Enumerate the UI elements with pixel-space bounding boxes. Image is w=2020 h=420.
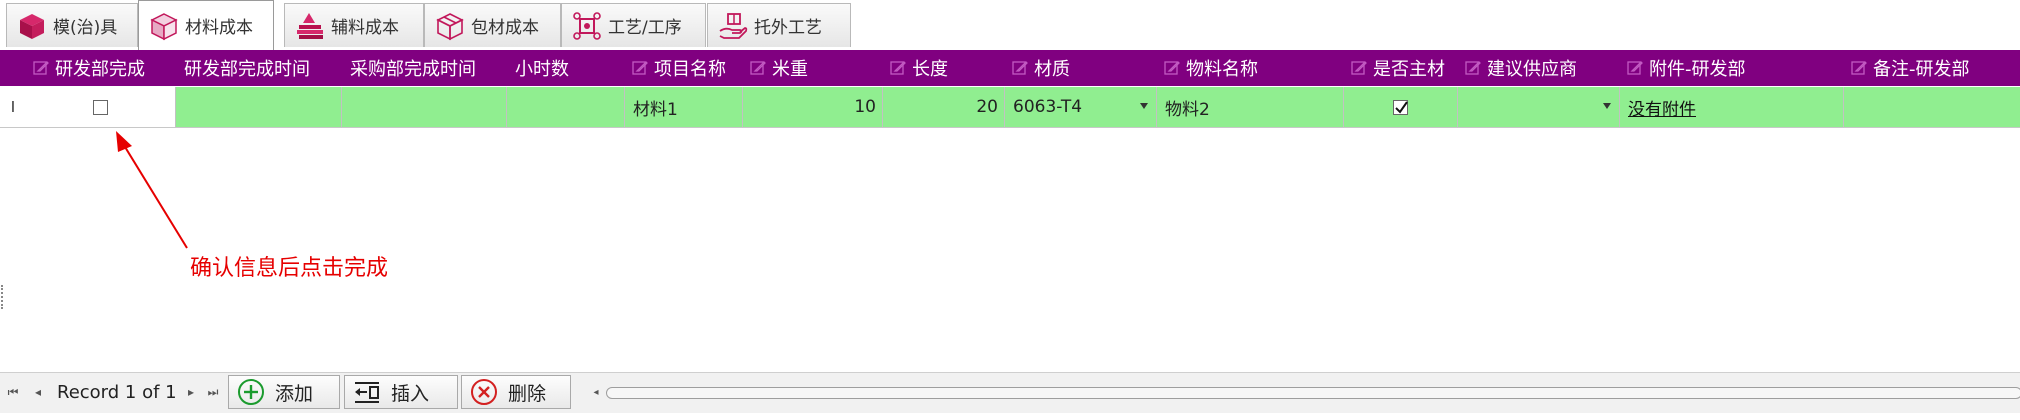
next-record-icon[interactable]: ▸: [184, 381, 198, 403]
column-header-purchase-done-time[interactable]: 采购部完成时间: [342, 50, 507, 86]
column-header-label: 材质: [1034, 59, 1070, 80]
scroll-left-arrow-icon[interactable]: ◂: [590, 385, 602, 399]
column-header-label: 研发部完成: [55, 59, 145, 80]
remark-cell[interactable]: [1844, 87, 2020, 127]
edit-icon: [1011, 59, 1029, 77]
supplier-combo-cell[interactable]: [1458, 87, 1620, 127]
delete-button[interactable]: 删除: [461, 375, 571, 409]
tab-label: 辅料成本: [331, 18, 399, 38]
is-main-material-cell[interactable]: [1344, 87, 1458, 127]
edit-icon: [1350, 59, 1368, 77]
checkmark-icon: [1395, 100, 1408, 114]
rd-done-checkbox[interactable]: [93, 99, 108, 115]
annotation-text: 确认信息后点击完成: [190, 256, 389, 281]
record-navigator: ⏮ ◂ Record 1 of 1 ▸ ⏭ 添加 插入 删除 ◂: [0, 372, 2020, 413]
meter-weight-cell[interactable]: 10: [743, 87, 883, 127]
column-header-is-main-material[interactable]: 是否主材: [1344, 50, 1458, 86]
column-header-attachment[interactable]: 附件-研发部: [1620, 50, 1844, 86]
tab-label: 托外工艺: [754, 18, 822, 38]
column-header-label: 长度: [912, 59, 948, 80]
cube-icon: [17, 11, 47, 41]
scroll-thumb[interactable]: [606, 387, 2020, 399]
material-value: 6063-T4: [1013, 97, 1083, 117]
column-header-item-name[interactable]: 项目名称: [625, 50, 743, 86]
insert-button[interactable]: 插入: [344, 375, 458, 409]
tab-packaging-cost[interactable]: 包材成本: [424, 3, 561, 47]
edit-icon: [749, 59, 767, 77]
material-cost-grid: 研发部完成 研发部完成时间 采购部完成时间 小时数 项目名称 米重 长度 材质: [0, 50, 2020, 372]
rd-done-cell[interactable]: [26, 87, 176, 127]
column-header-label: 备注-研发部: [1873, 59, 1970, 80]
column-header-supplier[interactable]: 建议供应商: [1458, 50, 1620, 86]
first-record-icon[interactable]: ⏮: [6, 381, 20, 403]
material-combo-cell[interactable]: 6063-T4: [1005, 87, 1157, 127]
column-header-label: 物料名称: [1186, 59, 1258, 80]
edit-icon: [631, 59, 649, 77]
add-label: 添加: [275, 382, 314, 405]
last-record-icon[interactable]: ⏭: [206, 381, 220, 403]
column-header-hours[interactable]: 小时数: [507, 50, 625, 86]
package-icon: [435, 11, 465, 41]
edit-icon: [889, 59, 907, 77]
record-counter: Record 1 of 1: [57, 382, 177, 403]
edit-icon: [1163, 59, 1181, 77]
column-header-label: 研发部完成时间: [184, 59, 310, 80]
column-header-label: 米重: [772, 59, 808, 80]
add-button[interactable]: 添加: [228, 375, 340, 409]
attachment-cell[interactable]: 没有附件: [1620, 87, 1844, 127]
item-name-cell[interactable]: 材料1: [625, 87, 743, 127]
column-header-label: 附件-研发部: [1649, 59, 1746, 80]
edit-icon: [1464, 59, 1482, 77]
delete-circle-icon: [470, 378, 498, 406]
tab-mold-fixture[interactable]: 模(治)具: [6, 3, 138, 47]
tab-label: 模(治)具: [53, 18, 118, 38]
edit-icon: [1626, 59, 1644, 77]
column-header-label: 建议供应商: [1487, 59, 1577, 80]
length-cell[interactable]: 20: [883, 87, 1005, 127]
attachment-link[interactable]: 没有附件: [1628, 95, 1696, 120]
prev-record-icon[interactable]: ◂: [31, 381, 45, 403]
column-header-length[interactable]: 长度: [883, 50, 1005, 86]
edit-icon: [32, 59, 50, 77]
tab-label: 材料成本: [185, 18, 253, 38]
is-main-material-checkbox[interactable]: [1393, 99, 1408, 115]
tab-label: 工艺/工序: [608, 18, 682, 38]
dropdown-arrow-icon[interactable]: [1603, 103, 1611, 109]
grid-header: 研发部完成 研发部完成时间 采购部完成时间 小时数 项目名称 米重 长度 材质: [0, 50, 2020, 86]
material-name-cell[interactable]: 物料2: [1157, 87, 1344, 127]
insert-row-icon: [353, 378, 381, 406]
horizontal-scrollbar[interactable]: ◂: [590, 385, 2020, 399]
stacked-books-icon: [295, 11, 325, 41]
column-header-rd-done-time[interactable]: 研发部完成时间: [176, 50, 342, 86]
tab-auxiliary-cost[interactable]: 辅料成本: [284, 3, 424, 47]
rd-done-time-cell[interactable]: [176, 87, 342, 127]
column-header-rd-done[interactable]: 研发部完成: [26, 50, 176, 86]
column-header-label: 小时数: [515, 59, 569, 80]
tab-outsourced-process[interactable]: 托外工艺: [707, 3, 851, 47]
column-header-label: 是否主材: [1373, 59, 1445, 80]
column-header-material-name[interactable]: 物料名称: [1157, 50, 1344, 86]
column-header-meter-weight[interactable]: 米重: [743, 50, 883, 86]
purchase-done-time-cell[interactable]: [342, 87, 507, 127]
table-row: 材料1 10 20 6063-T4 物料2 没有附件: [0, 87, 2020, 128]
hours-cell[interactable]: [507, 87, 625, 127]
column-header-label: 项目名称: [654, 59, 726, 80]
column-header-label: 采购部完成时间: [350, 59, 476, 80]
hand-gift-icon: [718, 11, 748, 41]
dropdown-arrow-icon[interactable]: [1140, 103, 1148, 109]
tab-strip: 模(治)具 材料成本 辅料成本 包材成本 工艺/工序 托外工艺: [0, 0, 2020, 50]
tab-process-procedure[interactable]: 工艺/工序: [561, 3, 706, 47]
insert-label: 插入: [391, 382, 430, 405]
column-header-material[interactable]: 材质: [1005, 50, 1157, 86]
cube-outline-icon: [149, 11, 179, 41]
column-header-remark[interactable]: 备注-研发部: [1844, 50, 2020, 86]
process-network-icon: [572, 11, 602, 41]
edit-icon: [1850, 59, 1868, 77]
splitter-grip[interactable]: [1, 285, 7, 309]
tab-label: 包材成本: [471, 18, 539, 38]
delete-label: 删除: [508, 382, 547, 405]
tab-material-cost[interactable]: 材料成本: [138, 0, 274, 50]
add-circle-icon: [237, 378, 265, 406]
